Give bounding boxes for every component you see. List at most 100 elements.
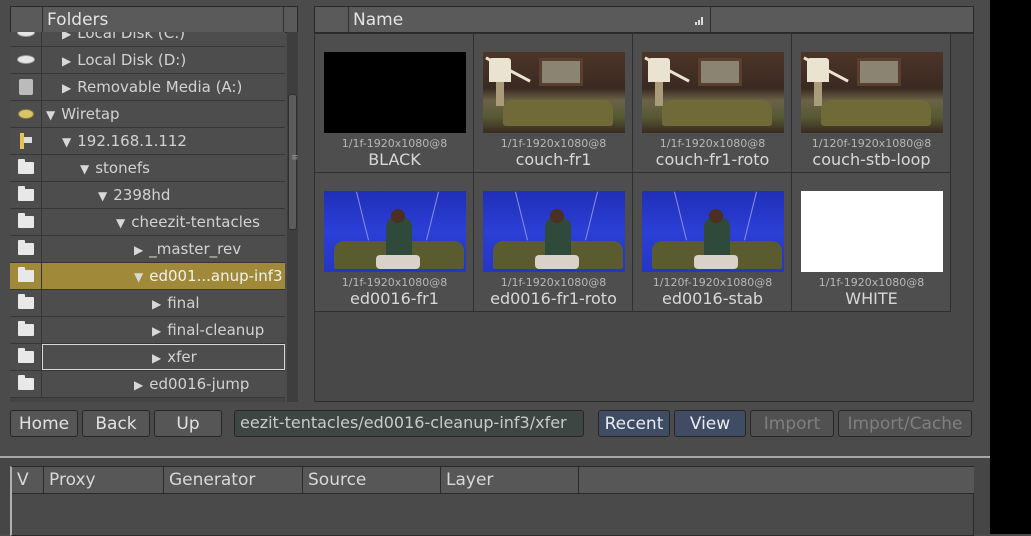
clip-info: 1/1f-1920x1080@8: [659, 137, 766, 150]
folders-header-left-cell: [11, 7, 43, 32]
clip-thumbnail: [801, 52, 943, 133]
name-column-header[interactable]: Name: [353, 10, 403, 30]
up-button[interactable]: Up: [154, 410, 222, 437]
expand-arrow-icon[interactable]: ▶: [152, 324, 161, 338]
tree-item-2398hd[interactable]: ▼ 2398hd: [10, 182, 285, 209]
network-host-icon: [20, 133, 32, 149]
clip-name: ed0016-fr1: [350, 289, 439, 308]
clip-couch-stb-loop[interactable]: 1/120f-1920x1080@8 couch-stb-loop: [792, 34, 951, 173]
clip-name: ed0016-stab: [661, 289, 764, 308]
folder-icon: [18, 321, 34, 336]
tree-item-local-disk-c[interactable]: ▶ Local Disk (C:): [10, 32, 285, 47]
tree-item-local-disk-d[interactable]: ▶ Local Disk (D:): [10, 47, 285, 74]
expand-arrow-icon[interactable]: ▶: [152, 351, 161, 365]
scrollbar-thumb[interactable]: ≡: [288, 94, 299, 230]
tree-item-label: Removable Media (A:): [77, 78, 243, 96]
expand-arrow-icon[interactable]: ▶: [152, 297, 161, 311]
sort-icon[interactable]: [695, 17, 703, 25]
collapse-arrow-icon[interactable]: ▼: [62, 135, 71, 149]
folder-icon: [18, 375, 34, 390]
expand-arrow-icon[interactable]: ▶: [134, 378, 143, 392]
tree-item-final-cleanup[interactable]: ▶ final-cleanup: [10, 317, 285, 344]
folders-scrollbar[interactable]: ≡: [287, 32, 299, 402]
tree-item-label: stonefs: [95, 159, 150, 177]
column-header-source[interactable]: Source: [303, 467, 441, 493]
tree-item-label: _master_rev: [149, 240, 242, 258]
tree-item-label: ed001...anup-inf3: [149, 267, 283, 285]
tree-item-host[interactable]: ▼ 192.168.1.112: [10, 128, 285, 155]
wiretap-icon: [18, 109, 34, 119]
view-button[interactable]: View: [674, 410, 746, 437]
path-field[interactable]: eezit-tentacles/ed0016-cleanup-inf3/xfer: [234, 410, 584, 437]
clip-white[interactable]: 1/1f-1920x1080@8 WHITE: [792, 173, 951, 312]
clip-thumbnail: [324, 191, 466, 272]
clip-name: WHITE: [845, 289, 898, 308]
clip-browser-header: Name: [314, 6, 974, 33]
expand-arrow-icon[interactable]: ▶: [62, 54, 71, 68]
grip-icon: ≡: [291, 153, 299, 163]
layer-table-header: V Proxy Generator Source Layer: [12, 467, 974, 494]
import-button[interactable]: Import: [750, 410, 834, 437]
expand-arrow-icon[interactable]: ▶: [134, 243, 143, 257]
clip-thumbnail: [483, 191, 625, 272]
clip-name: BLACK: [368, 150, 421, 169]
folders-header: Folders: [10, 6, 298, 33]
clip-name: couch-stb-loop: [812, 150, 931, 169]
collapse-arrow-icon[interactable]: ▼: [46, 108, 55, 122]
home-button[interactable]: Home: [10, 410, 78, 437]
column-header-generator[interactable]: Generator: [164, 467, 303, 493]
tree-item-master-rev[interactable]: ▶ _master_rev: [10, 236, 285, 263]
tree-item-label: 192.168.1.112: [77, 132, 187, 150]
tree-item-ed0016-jump[interactable]: ▶ ed0016-jump: [10, 371, 285, 398]
clip-info: 1/120f-1920x1080@8: [811, 137, 932, 150]
import-cache-button[interactable]: Import/Cache: [838, 410, 972, 437]
tree-item-stonefs[interactable]: ▼ stonefs: [10, 155, 285, 182]
tree-item-final[interactable]: ▶ final: [10, 290, 285, 317]
folder-icon: [18, 294, 34, 309]
layer-panel: V Proxy Generator Source Layer: [0, 456, 990, 536]
collapse-arrow-icon[interactable]: ▼: [80, 162, 89, 176]
tree-item-label: final-cleanup: [167, 321, 265, 339]
tree-item-cheezit-tentacles[interactable]: ▼ cheezit-tentacles: [10, 209, 285, 236]
clip-thumbnail: [483, 52, 625, 133]
tree-item-label: final: [167, 294, 200, 312]
clip-ed0016-fr1[interactable]: 1/1f-1920x1080@8 ed0016-fr1: [315, 173, 474, 312]
expand-arrow-icon[interactable]: ▶: [62, 81, 71, 95]
collapse-arrow-icon[interactable]: ▼: [116, 216, 125, 230]
column-header-v[interactable]: V: [12, 467, 44, 493]
clip-couch-fr1[interactable]: 1/1f-1920x1080@8 couch-fr1: [474, 34, 633, 173]
tree-item-xfer[interactable]: ▶ xfer: [10, 344, 285, 371]
folder-icon: [18, 240, 34, 255]
folders-title: Folders: [47, 10, 109, 30]
clip-ed0016-fr1-roto[interactable]: 1/1f-1920x1080@8 ed0016-fr1-roto: [474, 173, 633, 312]
disk-icon: [17, 55, 35, 64]
recent-button[interactable]: Recent: [598, 410, 670, 437]
folder-icon: [18, 348, 34, 363]
tree-item-label: ed0016-jump: [149, 375, 250, 393]
clip-ed0016-stab[interactable]: 1/120f-1920x1080@8 ed0016-stab: [633, 173, 792, 312]
tree-item-label: Local Disk (C:): [77, 32, 186, 42]
collapse-arrow-icon[interactable]: ▼: [98, 189, 107, 203]
column-header-proxy[interactable]: Proxy: [44, 467, 164, 493]
folder-icon: [18, 159, 34, 174]
tree-item-removable-media[interactable]: ▶ Removable Media (A:): [10, 74, 285, 101]
folder-icon: [18, 213, 34, 228]
clip-thumbnail: [642, 191, 784, 272]
header-left-cell: [315, 7, 349, 32]
column-header-layer[interactable]: Layer: [441, 467, 579, 493]
tree-item-ed0016-cleanup-inf3[interactable]: ▼ ed001...anup-inf3: [10, 263, 285, 290]
tree-item-wiretap[interactable]: ▼ Wiretap: [10, 101, 285, 128]
layer-table: V Proxy Generator Source Layer: [10, 466, 974, 536]
clip-name: couch-fr1-roto: [655, 150, 770, 169]
clip-couch-fr1-roto[interactable]: 1/1f-1920x1080@8 couch-fr1-roto: [633, 34, 792, 173]
tree-item-label: xfer: [167, 348, 197, 366]
clip-info: 1/120f-1920x1080@8: [652, 276, 773, 289]
folder-tree: ▶ Local Disk (C:) ▶ Local Disk (D:) ▶ Remov…: [10, 32, 285, 402]
clip-browser: Name 1/1f-1920x1080@8 BLACK 1/1f-1920x10…: [314, 6, 974, 402]
window-edge: [990, 0, 1031, 534]
clip-info: 1/1f-1920x1080@8: [341, 276, 448, 289]
back-button[interactable]: Back: [82, 410, 150, 437]
expand-arrow-icon[interactable]: ▶: [62, 32, 71, 41]
collapse-arrow-icon[interactable]: ▼: [134, 270, 143, 284]
clip-black[interactable]: 1/1f-1920x1080@8 BLACK: [315, 34, 474, 173]
